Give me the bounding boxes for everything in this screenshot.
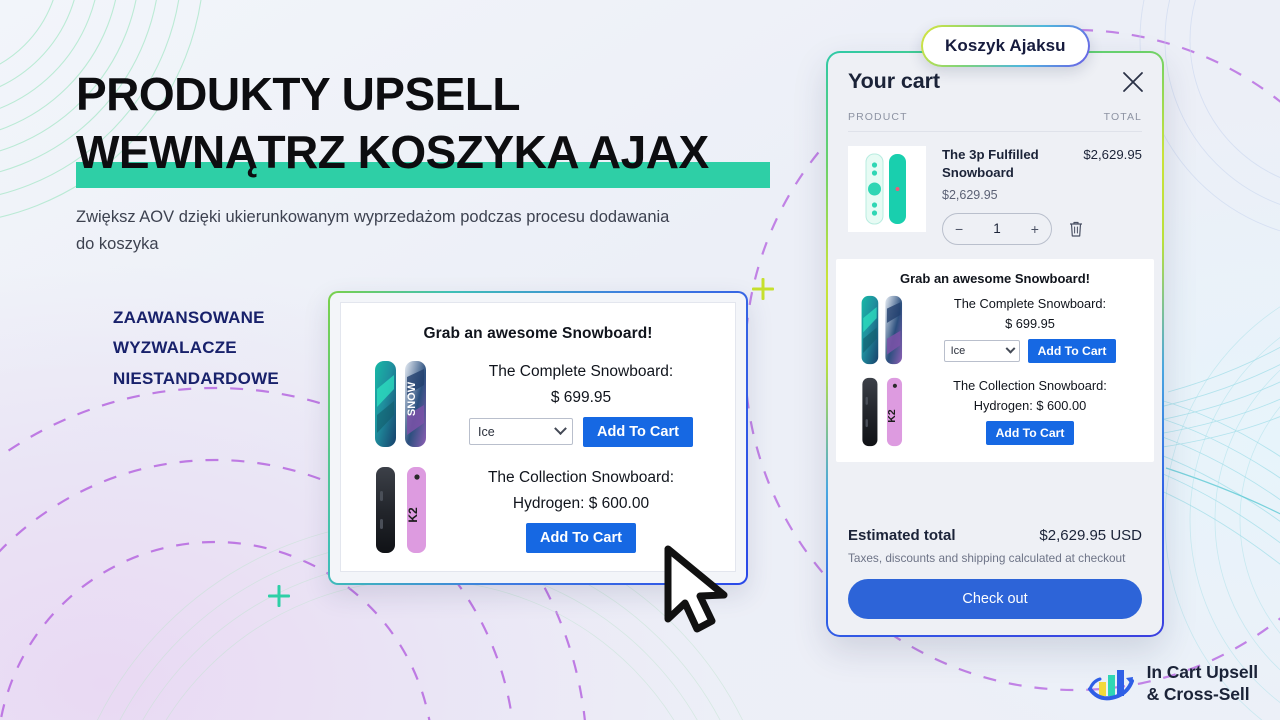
subheadline: Zwiększ AOV dzięki ukierunkowanym wyprze… xyxy=(76,208,670,253)
chart-arrow-logo-icon xyxy=(1087,670,1134,701)
add-to-cart-button[interactable]: Add To Cart xyxy=(1027,339,1117,364)
estimated-total-value: $2,629.95 USD xyxy=(1039,527,1142,544)
variant-select[interactable]: Ice xyxy=(943,340,1020,363)
cart-panel-inner: Your cart PRODUCT TOTAL The 3p Fulfilled… xyxy=(828,53,1162,635)
quantity-decrement-button[interactable]: − xyxy=(955,221,963,237)
headline: PRODUKTY UPSELL WEWNĄTRZ KOSZYKA AJAX xyxy=(76,66,776,182)
product-controls: Ice Add To Cart xyxy=(918,339,1142,364)
column-header-product: PRODUCT xyxy=(848,111,908,123)
brand-line-1: In Cart Upsell xyxy=(1146,662,1259,683)
upsell-product-row: SNOW The Complete Snowboard: $ 699.95 Ic… xyxy=(341,359,735,449)
estimated-total-label: Estimated total xyxy=(848,527,956,544)
svg-text:SNOW: SNOW xyxy=(406,381,418,416)
headline-line-1: PRODUKTY UPSELL xyxy=(76,68,521,120)
headline-line-2: WEWNĄTRZ KOSZYKA AJAX xyxy=(76,125,709,178)
product-controls: Add To Cart xyxy=(445,522,717,553)
cart-line-item: The 3p Fulfilled Snowboard $2,629.95 $2,… xyxy=(828,132,1162,245)
brand-text: In Cart Upsell & Cross-Sell xyxy=(1146,662,1259,706)
product-name: The Complete Snowboard: xyxy=(488,363,674,381)
snowboard-pair-image: SNOW xyxy=(375,361,426,447)
product-controls: Ice Add To Cart xyxy=(445,416,717,447)
snowboard-pair-image xyxy=(861,295,903,364)
product-name: The Complete Snowboard: xyxy=(953,296,1107,312)
cart-upsell-info-complete: The Complete Snowboard: $ 699.95 Ice Add… xyxy=(918,296,1142,364)
product-price: Hydrogen: $ 600.00 xyxy=(973,398,1087,414)
cart-upsell-row: The Complete Snowboard: $ 699.95 Ice Add… xyxy=(842,294,1148,366)
snowboard-pair-image: K2 xyxy=(862,377,903,446)
cart-upsell-title: Grab an awesome Snowboard! xyxy=(900,270,1090,286)
cart-title: Your cart xyxy=(848,69,940,93)
line-item-body: The 3p Fulfilled Snowboard $2,629.95 $2,… xyxy=(926,146,1142,245)
cart-badge-label: Koszyk Ajaksu xyxy=(923,27,1088,65)
cart-upsell-row: K2 The Collection Snowboard: Hydrogen: $… xyxy=(842,376,1148,448)
decorative-plus-teal xyxy=(268,585,290,607)
cart-column-headers: PRODUCT TOTAL xyxy=(828,94,1162,131)
quantity-row: − 1 + xyxy=(942,212,1142,245)
upsell-widget-inner: Grab an awesome Snowboard! SNOW The Comp… xyxy=(330,293,746,583)
line-item-thumbnail xyxy=(848,146,926,232)
line-item-total: $2,629.95 xyxy=(1083,147,1142,162)
brand-logo: In Cart Upsell & Cross-Sell xyxy=(1086,662,1258,706)
trash-icon[interactable] xyxy=(1068,220,1084,238)
quantity-increment-button[interactable]: + xyxy=(1031,221,1039,237)
snowboard-image xyxy=(865,153,906,225)
upsell-title: Grab an awesome Snowboard! xyxy=(423,325,653,342)
product-price: Hydrogen: $ 600.00 xyxy=(512,494,650,512)
product-price: $ 699.95 xyxy=(550,388,612,406)
feature-label: ZAAWANSOWANE WYZWALACZE NIESTANDARDOWE xyxy=(113,303,343,394)
tax-note: Taxes, discounts and shipping calculated… xyxy=(848,551,1126,565)
cart-badge: Koszyk Ajaksu xyxy=(921,25,1090,67)
column-header-total: TOTAL xyxy=(1103,111,1142,123)
feature-label-line-2: WYZWALACZE xyxy=(113,338,237,358)
product-price: $ 699.95 xyxy=(1005,316,1055,332)
product-controls: Add To Cart xyxy=(918,421,1142,446)
cart-footer: Estimated total $2,629.95 USD Taxes, dis… xyxy=(828,513,1162,635)
svg-text:K2: K2 xyxy=(887,409,898,422)
upsell-widget-sheet: Grab an awesome Snowboard! SNOW The Comp… xyxy=(340,302,736,572)
svg-text:K2: K2 xyxy=(406,507,420,523)
variant-select-wrap: Ice xyxy=(469,418,583,446)
upsell-product-row: K2 The Collection Snowboard: Hydrogen: $… xyxy=(341,465,735,555)
promo-stage: PRODUKTY UPSELL WEWNĄTRZ KOSZYKA AJAX Zw… xyxy=(0,0,1280,720)
product-info-complete: The Complete Snowboard: $ 699.95 Ice Add… xyxy=(445,361,717,447)
line-item-title: The 3p Fulfilled Snowboard xyxy=(942,147,1039,180)
quantity-value: 1 xyxy=(993,221,1001,237)
line-item-unit-price: $2,629.95 xyxy=(942,187,998,202)
decorative-plus-lime xyxy=(752,278,774,300)
snowboard-pair-image: K2 xyxy=(376,467,426,553)
product-thumbnail-collection: K2 xyxy=(359,465,445,555)
add-to-cart-button[interactable]: Add To Cart xyxy=(526,522,636,553)
ajax-cart-panel: Your cart PRODUCT TOTAL The 3p Fulfilled… xyxy=(826,51,1164,637)
cart-upsell-thumbnail-complete xyxy=(848,294,918,366)
product-info-collection: The Collection Snowboard: Hydrogen: $ 60… xyxy=(445,467,717,553)
variant-select[interactable]: Ice xyxy=(469,418,574,446)
close-icon[interactable] xyxy=(1120,69,1146,95)
upsell-widget-card: Grab an awesome Snowboard! SNOW The Comp… xyxy=(328,291,748,585)
brand-line-2: & Cross-Sell xyxy=(1146,684,1250,705)
product-name: The Collection Snowboard: xyxy=(487,469,675,487)
add-to-cart-button[interactable]: Add To Cart xyxy=(583,416,693,447)
feature-label-line-1: ZAAWANSOWANE xyxy=(113,308,265,327)
estimated-total-row: Estimated total $2,629.95 USD xyxy=(848,527,1142,544)
variant-select-wrap: Ice xyxy=(943,340,1028,363)
feature-label-line-3: NIESTANDARDOWE xyxy=(113,368,279,388)
cart-upsell-block: Grab an awesome Snowboard! The Complete … xyxy=(836,258,1154,462)
cart-upsell-thumbnail-collection: K2 xyxy=(848,376,918,448)
product-name: The Collection Snowboard: xyxy=(953,378,1107,394)
checkout-button[interactable]: Check out xyxy=(848,579,1142,619)
cart-upsell-info-collection: The Collection Snowboard: Hydrogen: $ 60… xyxy=(918,378,1142,446)
add-to-cart-button[interactable]: Add To Cart xyxy=(985,421,1075,446)
quantity-stepper[interactable]: − 1 + xyxy=(942,212,1052,245)
product-thumbnail-complete: SNOW xyxy=(359,359,445,449)
